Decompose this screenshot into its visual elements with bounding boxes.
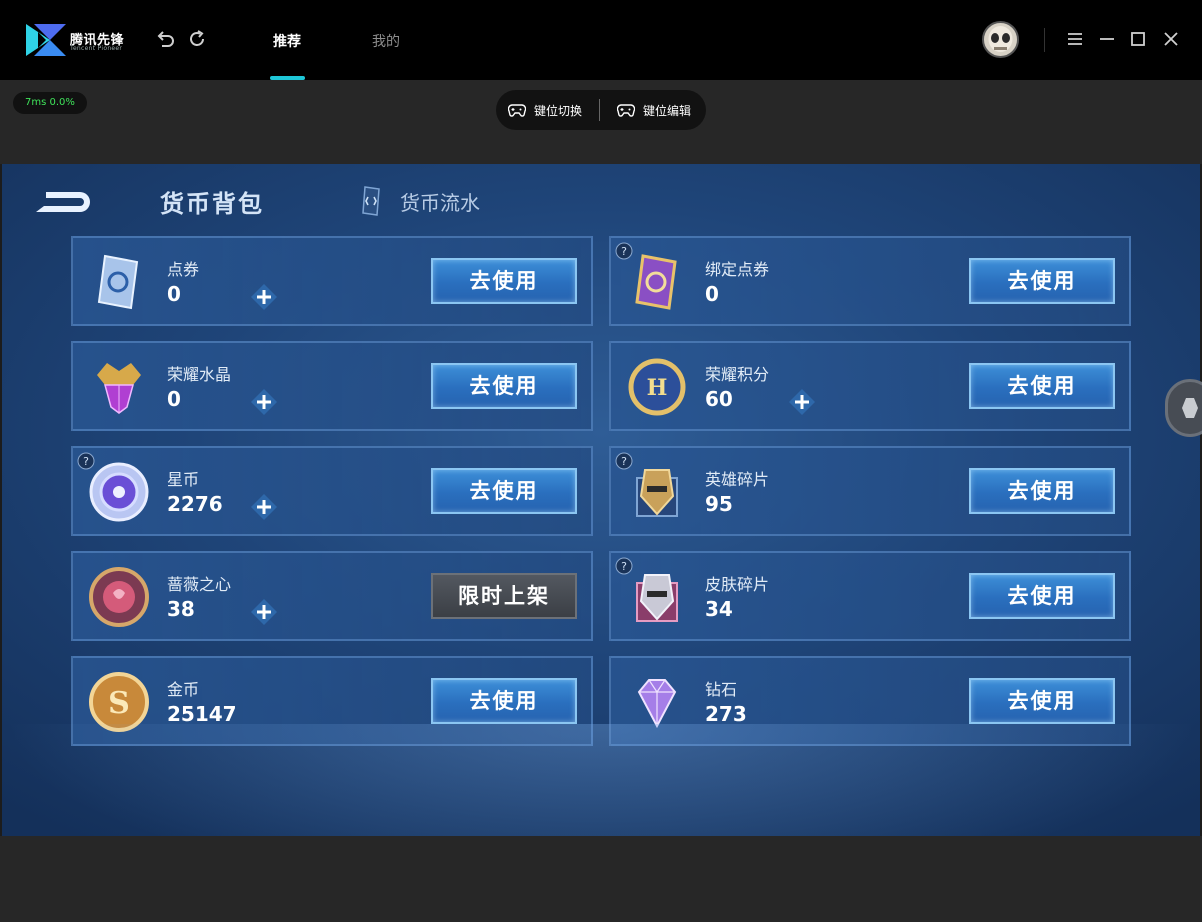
- packet-loss-value: 0.0%: [49, 97, 75, 108]
- app-logo-icon: [26, 24, 66, 56]
- skin-fragment-icon: [636, 574, 678, 622]
- gamepad-icon: [508, 104, 526, 117]
- currency-amount: 95: [705, 492, 733, 516]
- use-button[interactable]: 去使用: [431, 258, 577, 304]
- currency-name: 星币: [167, 470, 200, 489]
- currency-amount: 0: [167, 387, 181, 411]
- currency-name: 钻石: [705, 680, 738, 699]
- currency-card-coupon: 点券 0 去使用: [71, 236, 593, 326]
- use-button[interactable]: 去使用: [969, 258, 1115, 304]
- tab-recommend[interactable]: 推荐: [273, 31, 301, 51]
- use-button[interactable]: 去使用: [969, 363, 1115, 409]
- ledger-card-icon: [362, 186, 380, 216]
- currency-name: 绑定点券: [705, 260, 770, 279]
- use-button[interactable]: 去使用: [969, 573, 1115, 619]
- currency-card-diamond: 钻石 273 去使用: [609, 656, 1131, 746]
- add-plus-icon[interactable]: [787, 387, 817, 417]
- use-button[interactable]: 去使用: [431, 468, 577, 514]
- titlebar-divider: [1044, 28, 1045, 52]
- key-switch-label: 键位切换: [534, 103, 583, 118]
- bottom-strip: [0, 836, 1202, 922]
- limited-time-button[interactable]: 限时上架: [431, 573, 577, 619]
- currency-card-bound-coupon: ? 绑定点券 0 去使用: [609, 236, 1131, 326]
- currency-name: 蔷薇之心: [167, 575, 232, 594]
- game-view: 货币背包 货币流水 点券 0 去使用 ? 绑定点券 0 去使用 荣耀水晶 0 去…: [2, 164, 1200, 836]
- rose-heart-icon: [89, 567, 149, 627]
- currency-name: 荣耀积分: [705, 365, 770, 384]
- page-title: 货币背包: [160, 190, 264, 218]
- currency-card-rose-heart: 蔷薇之心 38 限时上架: [71, 551, 593, 641]
- currency-name: 点券: [167, 260, 200, 279]
- star-coin-icon: [89, 462, 149, 522]
- currency-flow-label: 货币流水: [400, 190, 480, 215]
- currency-name: 英雄碎片: [705, 470, 770, 489]
- undo-icon[interactable]: [154, 28, 176, 50]
- currency-card-gold-coin: S 金币 25147 去使用: [71, 656, 593, 746]
- currency-amount: 38: [167, 597, 195, 621]
- currency-card-skin-fragment: ? 皮肤碎片 34 去使用: [609, 551, 1131, 641]
- currency-card-glory-points: H 荣耀积分 60 去使用: [609, 341, 1131, 431]
- gold-coin-icon: S: [89, 672, 149, 732]
- add-plus-icon[interactable]: [249, 597, 279, 627]
- use-button[interactable]: 去使用: [431, 363, 577, 409]
- maximize-icon[interactable]: [1127, 28, 1149, 50]
- ticket-icon: [97, 254, 139, 310]
- title-bar: 腾讯先锋 Tencent Pioneer 推荐 我的: [0, 0, 1202, 80]
- key-switch-button[interactable]: 键位切换: [508, 90, 582, 130]
- svg-text:H: H: [647, 375, 668, 401]
- key-edit-label: 键位编辑: [643, 103, 692, 118]
- currency-amount: 2276: [167, 492, 223, 516]
- tab-mine[interactable]: 我的: [372, 31, 400, 51]
- currency-amount: 0: [705, 282, 719, 306]
- currency-amount: 60: [705, 387, 733, 411]
- minimize-icon[interactable]: [1096, 28, 1118, 50]
- refresh-icon[interactable]: [186, 28, 208, 50]
- menu-icon[interactable]: [1064, 28, 1086, 50]
- app-logo-subtext: Tencent Pioneer: [70, 45, 123, 52]
- hero-fragment-icon: [636, 469, 678, 517]
- avatar-image-icon: [988, 26, 1013, 52]
- keybar-divider: [599, 99, 600, 121]
- ping-value: 7ms: [25, 97, 47, 108]
- glory-crystal-icon: [97, 363, 141, 414]
- add-plus-icon[interactable]: [249, 492, 279, 522]
- back-arrow-icon[interactable]: [32, 186, 94, 216]
- svg-text:S: S: [108, 686, 130, 721]
- add-plus-icon[interactable]: [249, 387, 279, 417]
- currency-amount: 34: [705, 597, 733, 621]
- currency-card-glory-crystal: 荣耀水晶 0 去使用: [71, 341, 593, 431]
- currency-name: 金币: [167, 680, 200, 699]
- glory-points-icon: H: [628, 358, 686, 416]
- currency-amount: 0: [167, 282, 181, 306]
- add-plus-icon[interactable]: [249, 282, 279, 312]
- network-status-badge: 7ms 0.0%: [13, 92, 87, 114]
- currency-amount: 25147: [167, 702, 237, 726]
- gamepad-icon: [617, 104, 635, 117]
- currency-amount: 273: [705, 702, 747, 726]
- bound-ticket-icon: [635, 254, 677, 310]
- close-icon[interactable]: [1160, 28, 1182, 50]
- use-button[interactable]: 去使用: [431, 678, 577, 724]
- avatar[interactable]: [982, 21, 1019, 58]
- hexagon-icon: [1182, 398, 1198, 418]
- currency-flow-link[interactable]: 货币流水: [354, 184, 480, 218]
- currency-card-hero-fragment: ? 英雄碎片 95 去使用: [609, 446, 1131, 536]
- use-button[interactable]: 去使用: [969, 678, 1115, 724]
- use-button[interactable]: 去使用: [969, 468, 1115, 514]
- currency-name: 荣耀水晶: [167, 365, 232, 384]
- key-mapping-bar: 键位切换 键位编辑: [496, 90, 706, 130]
- side-panel-toggle[interactable]: [1165, 379, 1202, 437]
- currency-card-star-coin: ? 星币 2276 去使用: [71, 446, 593, 536]
- currency-name: 皮肤碎片: [705, 575, 770, 594]
- key-edit-button[interactable]: 键位编辑: [617, 90, 691, 130]
- diamond-icon: [637, 679, 677, 729]
